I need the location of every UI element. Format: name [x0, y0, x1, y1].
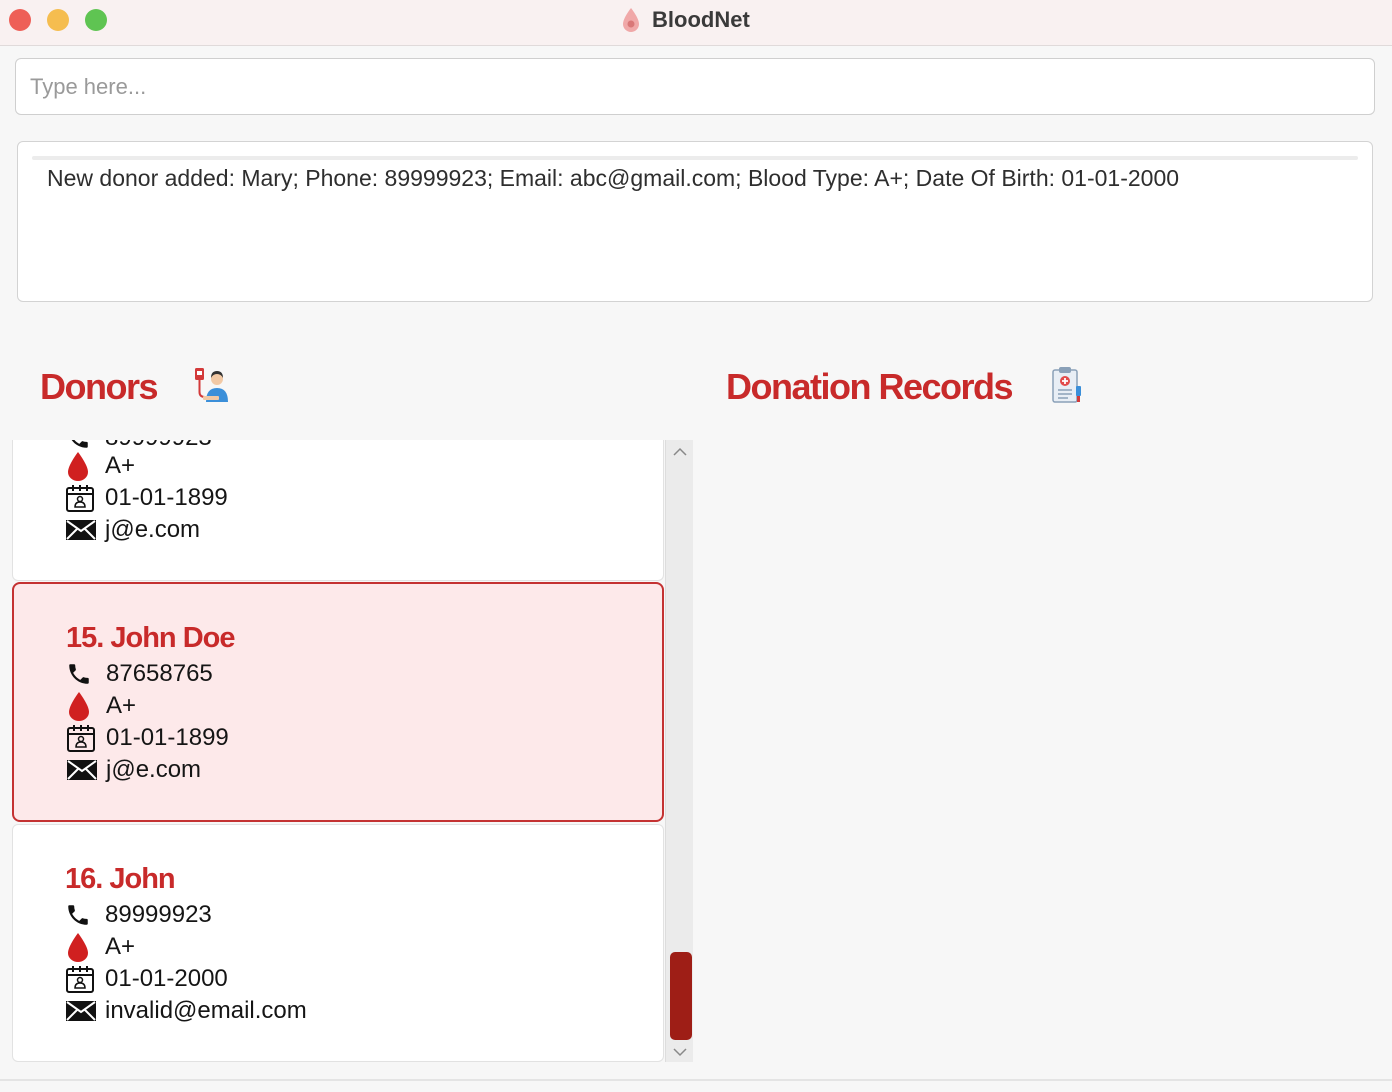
command-box [15, 58, 1375, 115]
donor-blood-type-row: A+ [65, 932, 135, 962]
donor-dob: 01-01-1899 [106, 724, 229, 751]
donor-phone: 87658765 [106, 660, 213, 687]
donor-phone-row: 87658765 [66, 659, 213, 689]
calendar-icon [66, 723, 100, 753]
donor-blood-type-row: A+ [65, 451, 135, 481]
donor-card[interactable]: 16. John 89999923 A+ 01-01-2000 invalid@… [12, 824, 664, 1062]
window-title: BloodNet [620, 6, 750, 34]
zoom-window-button[interactable] [85, 9, 107, 31]
donor-email: invalid@email.com [105, 997, 307, 1024]
blood-drop-icon [65, 451, 99, 481]
donor-email-row: j@e.com [65, 515, 200, 545]
donor-blood-type: A+ [105, 933, 136, 960]
result-display-divider [32, 156, 1358, 160]
window-title-text: BloodNet [652, 7, 750, 32]
donor-dob-row: 01-01-1899 [66, 723, 229, 753]
email-icon [65, 515, 99, 545]
close-window-button[interactable] [9, 9, 31, 31]
donor-email: j@e.com [105, 516, 201, 543]
donor-email-row: j@e.com [66, 755, 201, 785]
clipboard-icon [1052, 367, 1081, 403]
blood-drop-icon [623, 8, 639, 32]
calendar-icon [65, 483, 99, 513]
donor-name: 15. John Doe [66, 622, 235, 654]
status-bar-divider [0, 1079, 1392, 1081]
scroll-down-arrow-icon[interactable] [666, 1042, 694, 1062]
email-icon [66, 755, 100, 785]
donor-dob: 01-01-1899 [105, 484, 228, 511]
donors-title: Donors [40, 366, 159, 407]
result-message: New donor added: Mary; Phone: 89999923; … [47, 165, 1180, 191]
donor-icon [195, 368, 228, 402]
donor-name: 16. John [65, 863, 176, 895]
donor-dob-row: 01-01-2000 [65, 964, 228, 994]
phone-icon [66, 659, 100, 689]
email-icon [65, 996, 99, 1026]
blood-drop-icon [66, 691, 100, 721]
title-bar: BloodNet [0, 0, 1392, 46]
donor-email: j@e.com [106, 756, 202, 783]
donation-records-title: Donation Records [726, 366, 1014, 407]
blood-drop-icon [65, 932, 99, 962]
donor-card[interactable]: 89999923 A+ 01-01-1899 j@e.com [12, 440, 664, 581]
donor-phone-row: 89999923 [65, 900, 212, 930]
command-input[interactable] [16, 59, 1374, 114]
phone-icon [65, 900, 99, 930]
donor-list-scrollbar[interactable] [665, 440, 693, 1062]
donor-phone: 89999923 [105, 901, 212, 928]
donor-card-selected[interactable]: 15. John Doe 87658765 A+ 01-01-1899 j@e.… [12, 582, 664, 822]
donor-list[interactable]: 89999923 A+ 01-01-1899 j@e.com 15. John … [10, 440, 693, 1064]
scrollbar-thumb[interactable] [670, 952, 692, 1040]
donor-dob: 01-01-2000 [105, 965, 228, 992]
scroll-up-arrow-icon[interactable] [666, 442, 694, 462]
donor-blood-type: A+ [105, 452, 136, 479]
result-display: New donor added: Mary; Phone: 89999923; … [17, 141, 1373, 302]
donor-blood-type-row: A+ [66, 691, 136, 721]
calendar-icon [65, 964, 99, 994]
donor-blood-type: A+ [106, 692, 137, 719]
donor-dob-row: 01-01-1899 [65, 483, 228, 513]
donor-email-row: invalid@email.com [65, 996, 307, 1026]
minimize-window-button[interactable] [47, 9, 69, 31]
